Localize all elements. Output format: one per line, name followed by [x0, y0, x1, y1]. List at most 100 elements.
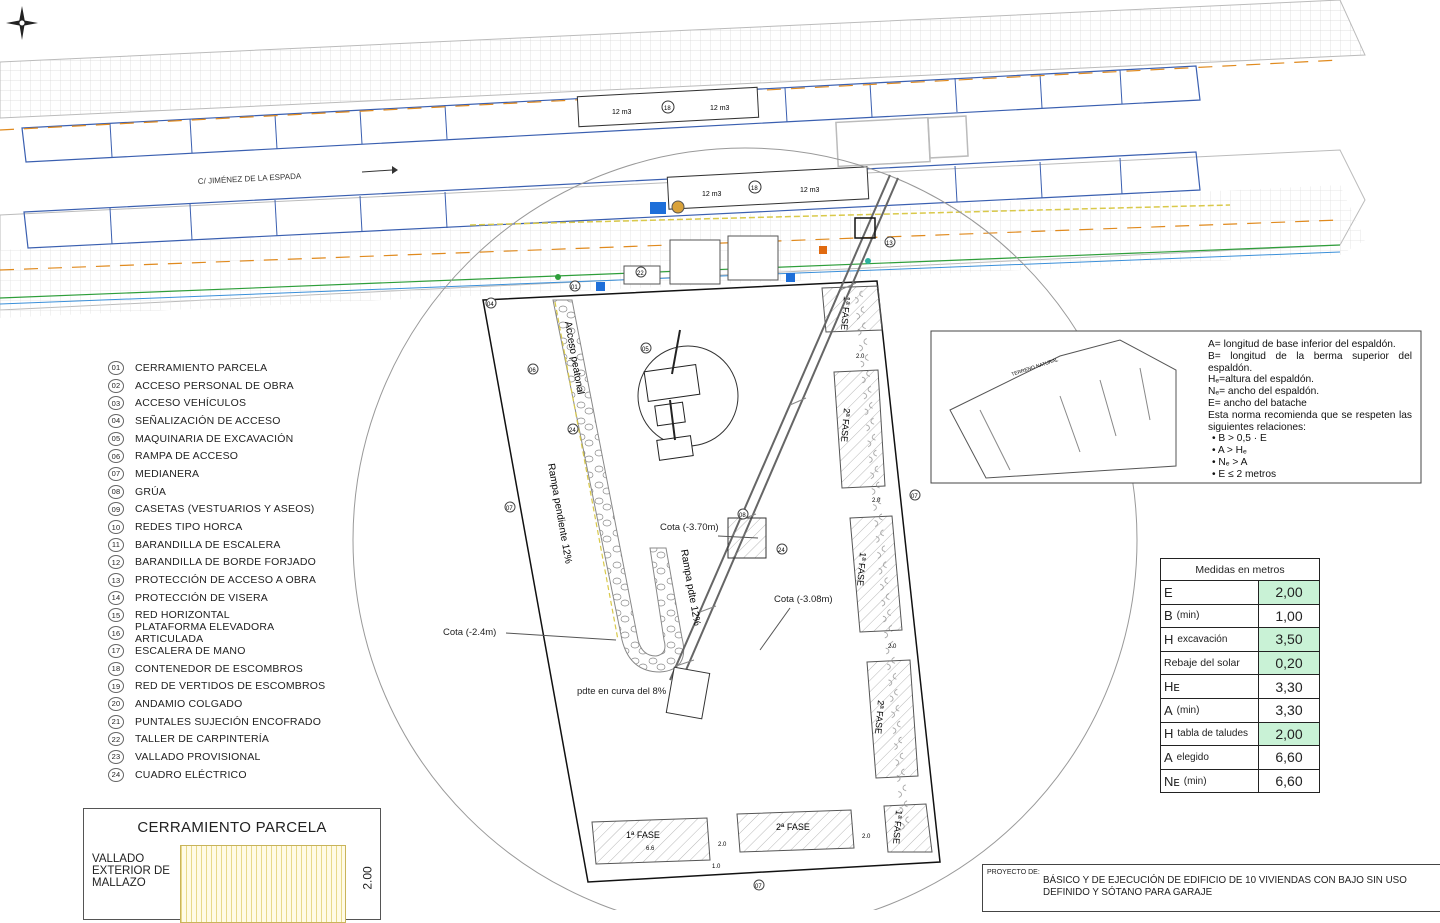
- svg-text:12 m3: 12 m3: [800, 187, 820, 194]
- svg-text:12 m3: 12 m3: [612, 109, 632, 116]
- measure-symbol: B: [1164, 608, 1173, 624]
- legend-label: RED HORIZONTAL: [135, 609, 230, 622]
- note-line: A= longitud de base inferior del espaldó…: [1208, 339, 1396, 350]
- legend-item: 22 TALLER DE CARPINTERÍA: [108, 730, 338, 748]
- note-line: Nₑ= ancho del espaldón.: [1208, 386, 1320, 398]
- svg-text:18: 18: [751, 186, 758, 192]
- legend-number: 16: [108, 626, 124, 641]
- measure-value: 3,30: [1275, 702, 1303, 719]
- marker-green: [555, 274, 561, 280]
- svg-text:24: 24: [778, 548, 785, 554]
- legend-item: 14 PROTECCIÓN DE VISERA: [108, 589, 338, 607]
- legend-label: TALLER DE CARPINTERÍA: [135, 733, 270, 746]
- measure-row: Nᴇ (min) 6,60: [1161, 769, 1319, 793]
- note-relation: • Nₑ > A: [1212, 456, 1248, 468]
- measure-key: Aelegido: [1161, 746, 1259, 769]
- label-cota-2: Cota (-3.08m): [774, 594, 833, 605]
- truck-icon: [835, 115, 969, 168]
- cerramiento-title: CERRAMIENTO PARCELA: [137, 819, 327, 836]
- measure-key: Rebaje del solar: [1161, 651, 1259, 675]
- measure-value: 2,00: [1259, 581, 1319, 604]
- container-bottom: 12 m3 12 m3 18: [666, 166, 870, 210]
- legend-number: 21: [108, 714, 124, 729]
- legend-item: 10 REDES TIPO HORCA: [108, 518, 338, 536]
- mesh-fence-swatch: [180, 845, 346, 923]
- legend-item: 19 RED DE VERTIDOS DE ESCOMBROS: [108, 677, 338, 695]
- legend-label: MEDIANERA: [135, 467, 200, 480]
- legend-number: 20: [108, 696, 124, 711]
- measure-symbol: A: [1164, 702, 1173, 718]
- svg-text:05: 05: [642, 347, 649, 353]
- legend-label: MAQUINARIA DE EXCAVACIÓN: [135, 432, 294, 445]
- measure-key: Hexcavación: [1161, 628, 1259, 651]
- measure-symbol: H: [1164, 631, 1174, 647]
- measure-key: Nᴇ (min): [1161, 769, 1259, 793]
- measure-row: A (min) 3,30: [1161, 698, 1319, 723]
- marker-blue: [786, 273, 795, 282]
- electrical-box-icon: [650, 202, 666, 214]
- legend: 01 CERRAMIENTO PARCELA 02 ACCESO PERSONAL D…: [108, 359, 338, 784]
- marker-teal: [865, 258, 871, 264]
- legend-number: 03: [108, 396, 124, 411]
- project-label: PROYECTO DE:: [987, 869, 1040, 876]
- measure-qualifier: elegido: [1176, 751, 1209, 763]
- legend-number: 14: [108, 590, 124, 605]
- note-relation: • E ≤ 2 metros: [1212, 468, 1277, 480]
- measure-symbol: Rebaje del solar: [1164, 657, 1240, 670]
- svg-text:07: 07: [911, 494, 918, 500]
- street-name: C/ JIMÉNEZ DE LA ESPADA: [198, 172, 302, 186]
- svg-text:04: 04: [487, 302, 494, 308]
- measures-table: Medidas en metros E 2,00 B (min) 1,00 Hexcava…: [1160, 558, 1320, 794]
- svg-text:06: 06: [529, 368, 536, 374]
- legend-number: 18: [108, 661, 124, 676]
- svg-text:08: 08: [739, 513, 746, 519]
- legend-label: CASETAS (VESTUARIOS Y ASEOS): [135, 503, 315, 516]
- svg-text:22: 22: [637, 271, 644, 277]
- legend-item: 12 BARANDILLA DE BORDE FORJADO: [108, 554, 338, 572]
- legend-item: 06 RAMPA DE ACCESO: [108, 447, 338, 465]
- measure-symbol: A: [1164, 749, 1173, 765]
- legend-item: 09 CASETAS (VESTUARIOS Y ASEOS): [108, 501, 338, 519]
- legend-number: 02: [108, 378, 124, 393]
- legend-label: VALLADO PROVISIONAL: [135, 750, 261, 763]
- measure-symbol: Hᴇ: [1164, 679, 1180, 695]
- measure-symbol: Nᴇ: [1164, 773, 1180, 789]
- legend-item: 23 VALLADO PROVISIONAL: [108, 748, 338, 766]
- measure-row: Aelegido 6,60: [1161, 746, 1319, 770]
- compass-rose-icon: [6, 6, 38, 40]
- phase-label: 1ª FASE: [626, 830, 660, 840]
- cerramiento-detail: CERRAMIENTO PARCELA VALLADO EXTERIOR DE …: [83, 808, 381, 923]
- legend-item: 04 SEÑALIZACIÓN DE ACCESO: [108, 412, 338, 430]
- svg-text:18: 18: [664, 106, 671, 112]
- legend-number: 19: [108, 679, 124, 694]
- measure-qualifier: (min): [1176, 610, 1200, 622]
- legend-label: GRÚA: [135, 485, 167, 498]
- legend-label: BARANDILLA DE BORDE FORJADO: [135, 556, 317, 569]
- measure-symbol: H: [1164, 726, 1174, 742]
- measure-qualifier: excavación: [1177, 633, 1228, 645]
- legend-item: 24 CUADRO ELÉCTRICO: [108, 766, 338, 784]
- svg-text:6.6: 6.6: [646, 846, 655, 852]
- note-line: E= ancho del batache: [1208, 397, 1307, 409]
- measures-title: Medidas en metros: [1161, 559, 1319, 581]
- legend-item: 16 PLATAFORMA ELEVADORA ARTICULADA: [108, 621, 338, 645]
- svg-text:13: 13: [886, 241, 893, 247]
- measure-key: A (min): [1161, 698, 1259, 722]
- svg-text:2.0: 2.0: [888, 644, 897, 650]
- marker-blue: [596, 282, 605, 291]
- note-line: Hₑ=altura del espaldón.: [1208, 374, 1315, 386]
- legend-number: 05: [108, 431, 124, 446]
- svg-text:2.0: 2.0: [718, 842, 727, 848]
- svg-text:12 m3: 12 m3: [710, 105, 730, 112]
- svg-text:01: 01: [571, 285, 578, 291]
- legend-item: 08 GRÚA: [108, 483, 338, 501]
- note-line: B= longitud de la berma superior del esp…: [1208, 350, 1412, 374]
- measure-qualifier: (min): [1176, 704, 1200, 716]
- legend-label: RED DE VERTIDOS DE ESCOMBROS: [135, 680, 326, 693]
- legend-number: 12: [108, 555, 124, 570]
- measure-value: 6,60: [1275, 749, 1303, 766]
- measure-row: Htabla de taludes 2,00: [1161, 722, 1319, 747]
- measure-value: 3,30: [1275, 678, 1303, 695]
- legend-label: CONTENEDOR DE ESCOMBROS: [135, 662, 303, 675]
- legend-label: RAMPA DE ACCESO: [135, 450, 239, 463]
